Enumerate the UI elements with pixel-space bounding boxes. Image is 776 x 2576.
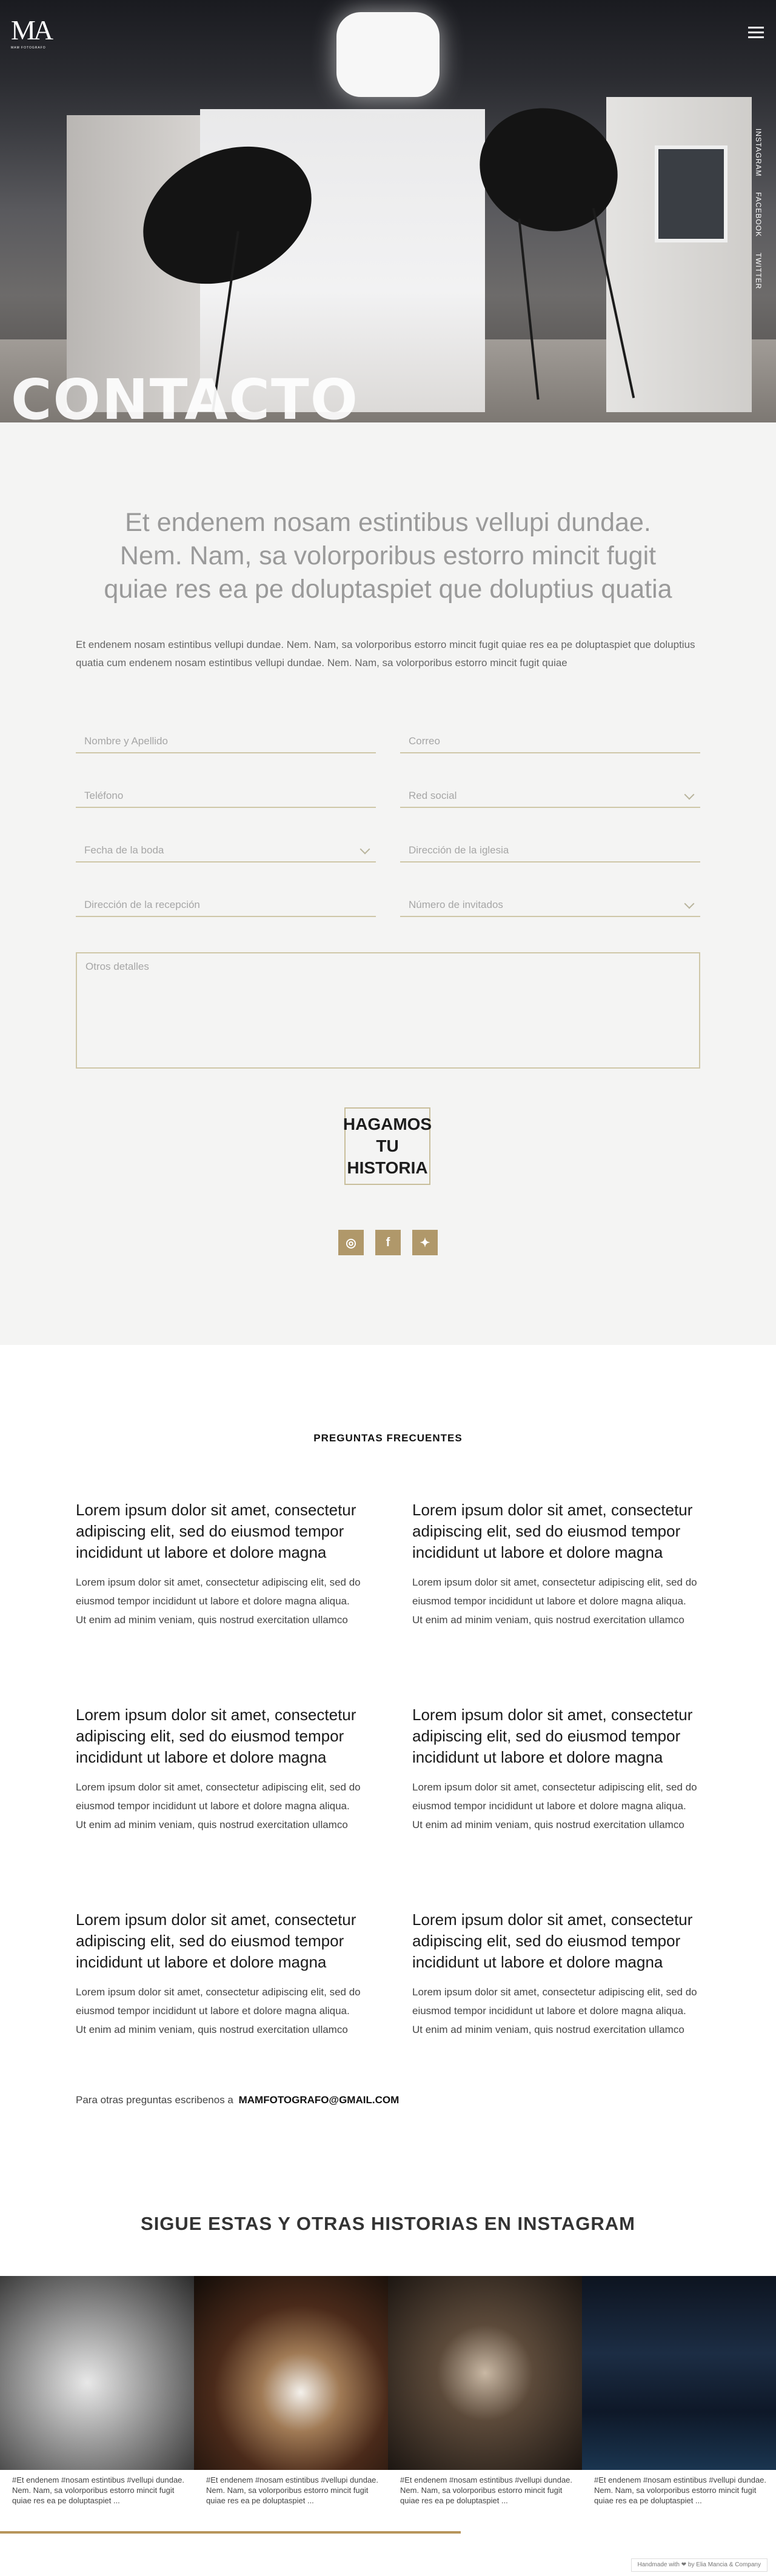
guests-select[interactable]: Número de invitados (400, 896, 700, 917)
faq-item: Lorem ipsum dolor sit amet, consectetur … (412, 1500, 697, 1629)
email-field-placeholder: Correo (409, 735, 440, 747)
side-link-facebook[interactable]: FACEBOOK (754, 192, 763, 237)
chevron-down-icon (684, 789, 695, 800)
instagram-photo[interactable] (0, 2276, 194, 2470)
instagram-caption: #Et endenem #nosam estintibus #vellupi d… (206, 2475, 379, 2505)
phone-field[interactable]: Teléfono (76, 787, 376, 808)
instagram-section: SIGUE ESTAS Y OTRAS HISTORIAS EN INSTAGR… (0, 2157, 776, 2576)
hero-section: MA MAM FOTOGRAFO INSTAGRAM FACEBOOK TWIT… (0, 0, 776, 422)
instagram-caption: #Et endenem #nosam estintibus #vellupi d… (12, 2475, 185, 2505)
overhead-softbox (336, 12, 440, 97)
hamburger-icon (748, 36, 764, 38)
hamburger-icon (748, 27, 764, 28)
wedding-date-select[interactable]: Fecha de la boda (76, 842, 376, 863)
faq-answer: Lorem ipsum dolor sit amet, consectetur … (76, 1577, 361, 1626)
chevron-down-icon (360, 844, 370, 855)
page-title: CONTACTO (11, 367, 360, 423)
instagram-photo[interactable] (194, 2276, 388, 2470)
facebook-icon: f (386, 1235, 390, 1249)
menu-button[interactable] (748, 27, 764, 39)
church-address-placeholder: Dirección de la iglesia (409, 844, 509, 856)
faq-contact-prefix: Para otras preguntas escribenos a (76, 2094, 233, 2106)
logo-subtitle: MAM FOTOGRAFO (11, 46, 46, 50)
twitter-icon: ✦ (420, 1236, 430, 1250)
faq-contact-line: Para otras preguntas escribenos a MAMFOT… (76, 2094, 399, 2106)
name-field-placeholder: Nombre y Apellido (84, 735, 168, 747)
faq-question: Lorem ipsum dolor sit amet, consectetur … (412, 1706, 693, 1766)
church-address-field[interactable]: Dirección de la iglesia (400, 842, 700, 863)
faq-title: PREGUNTAS FRECUENTES (313, 1432, 463, 1444)
faq-question: Lorem ipsum dolor sit amet, consectetur … (412, 1910, 693, 1971)
name-field[interactable]: Nombre y Apellido (76, 733, 376, 753)
instagram-title: SIGUE ESTAS Y OTRAS HISTORIAS EN INSTAGR… (141, 2213, 635, 2234)
contact-section: Et endenem nosam estintibus vellupi dund… (0, 422, 776, 1345)
site-logo[interactable]: MA MAM FOTOGRAFO (11, 15, 56, 51)
hamburger-icon (748, 32, 764, 33)
details-textarea[interactable]: Otros detalles (76, 952, 700, 1069)
studio-window (655, 145, 728, 242)
contact-email-link[interactable]: MAMFOTOGRAFO@GMAIL.COM (239, 2094, 400, 2106)
reception-address-placeholder: Dirección de la recepción (84, 899, 200, 910)
side-link-twitter[interactable]: TWITTER (754, 253, 763, 289)
logo-mark: MA (11, 15, 53, 45)
faq-answer: Lorem ipsum dolor sit amet, consectetur … (412, 1781, 697, 1830)
faq-answer: Lorem ipsum dolor sit amet, consectetur … (412, 1577, 697, 1626)
faq-answer: Lorem ipsum dolor sit amet, consectetur … (412, 1986, 697, 2035)
instagram-caption: #Et endenem #nosam estintibus #vellupi d… (594, 2475, 767, 2505)
side-link-instagram[interactable]: INSTAGRAM (754, 128, 763, 176)
faq-section: PREGUNTAS FRECUENTES Lorem ipsum dolor s… (0, 1345, 776, 2157)
email-field[interactable]: Correo (400, 733, 700, 753)
faq-answer: Lorem ipsum dolor sit amet, consectetur … (76, 1986, 361, 2035)
details-placeholder: Otros detalles (85, 961, 149, 972)
social-side-links: INSTAGRAM FACEBOOK TWITTER (754, 128, 763, 290)
faq-item: Lorem ipsum dolor sit amet, consectetur … (76, 1909, 361, 2039)
faq-item: Lorem ipsum dolor sit amet, consectetur … (76, 1704, 361, 1834)
social-network-placeholder: Red social (409, 790, 457, 801)
faq-answer: Lorem ipsum dolor sit amet, consectetur … (76, 1781, 361, 1830)
contact-paragraph: Et endenem nosam estintibus vellupi dund… (76, 639, 695, 669)
instagram-photo[interactable] (582, 2276, 776, 2470)
instagram-caption: #Et endenem #nosam estintibus #vellupi d… (400, 2475, 573, 2505)
instagram-photo[interactable] (388, 2276, 582, 2470)
faq-item: Lorem ipsum dolor sit amet, consectetur … (76, 1500, 361, 1629)
guests-placeholder: Número de invitados (409, 899, 503, 910)
phone-field-placeholder: Teléfono (84, 790, 124, 801)
submit-button[interactable]: HAGAMOS TU HISTORIA (343, 1107, 432, 1185)
contact-lead: Et endenem nosam estintibus vellupi dund… (104, 508, 672, 604)
studio-panel-right (606, 97, 752, 412)
faq-question: Lorem ipsum dolor sit amet, consectetur … (76, 1706, 356, 1766)
accent-divider (0, 2531, 461, 2534)
faq-question: Lorem ipsum dolor sit amet, consectetur … (76, 1910, 356, 1971)
wedding-date-placeholder: Fecha de la boda (84, 844, 164, 856)
faq-item: Lorem ipsum dolor sit amet, consectetur … (412, 1909, 697, 2039)
faq-question: Lorem ipsum dolor sit amet, consectetur … (76, 1501, 356, 1561)
instagram-icon: ◎ (346, 1236, 356, 1250)
social-network-select[interactable]: Red social (400, 787, 700, 808)
instagram-button[interactable]: ◎ (338, 1230, 364, 1255)
chevron-down-icon (684, 898, 695, 909)
faq-question: Lorem ipsum dolor sit amet, consectetur … (412, 1501, 693, 1561)
facebook-button[interactable]: f (375, 1230, 401, 1255)
faq-item: Lorem ipsum dolor sit amet, consectetur … (412, 1704, 697, 1834)
reception-address-field[interactable]: Dirección de la recepción (76, 896, 376, 917)
twitter-button[interactable]: ✦ (412, 1230, 438, 1255)
credit-badge[interactable]: Handmade with ❤ by Elia Mancia & Company (630, 2558, 768, 2572)
